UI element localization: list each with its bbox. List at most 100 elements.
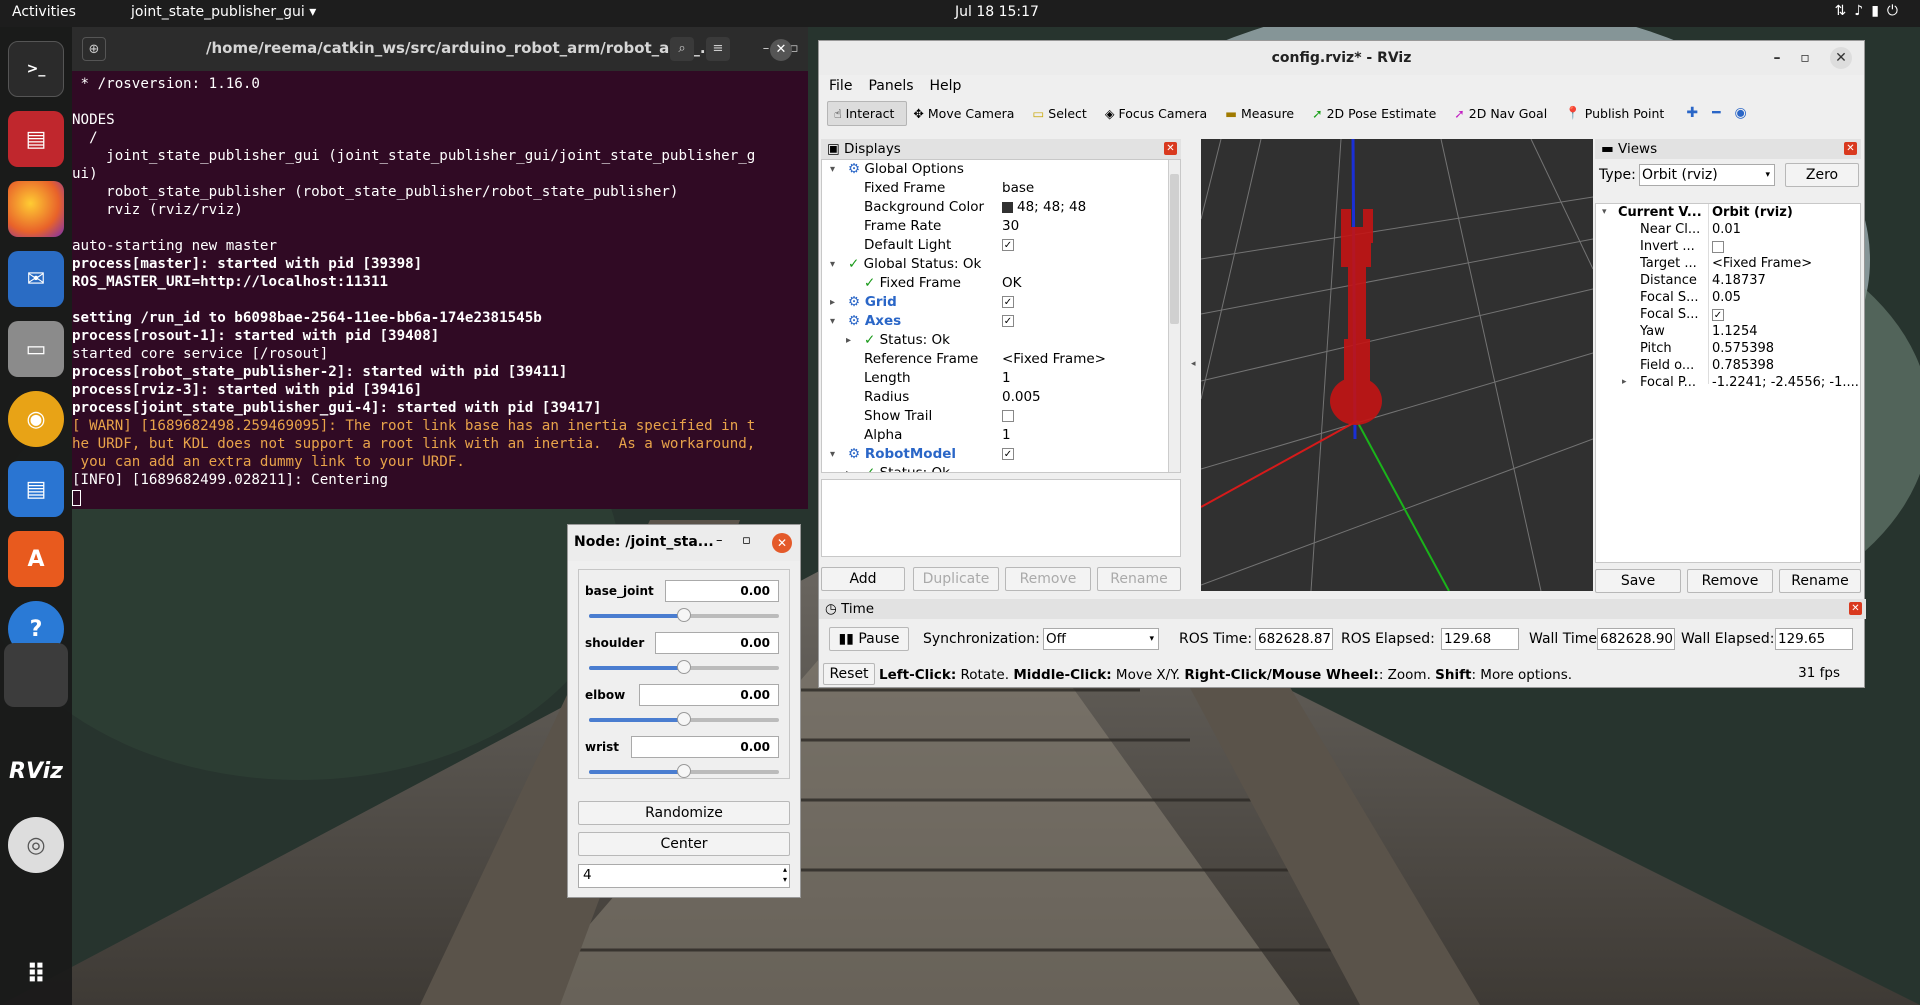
pause-button[interactable]: ▮▮ Pause xyxy=(829,627,909,651)
plus-icon[interactable]: ✚ xyxy=(1686,105,1698,121)
checkbox[interactable] xyxy=(1712,240,1724,253)
joint-slider[interactable] xyxy=(589,764,779,778)
joint-value-field[interactable]: 0.00 xyxy=(639,684,779,706)
minimize-icon[interactable]: – xyxy=(716,533,723,548)
remove-view-button[interactable]: Remove xyxy=(1687,569,1773,593)
collapse-left-icon[interactable]: ◂ xyxy=(1191,359,1196,369)
presentation-app-icon[interactable]: ▤ xyxy=(8,111,64,167)
display-row[interactable]: Alpha 1 xyxy=(822,426,1180,445)
menu-icon[interactable]: ≡ xyxy=(706,37,730,61)
view-property-row[interactable]: ▾ Current V... Orbit (rviz) xyxy=(1596,204,1860,221)
scrollbar[interactable] xyxy=(1168,160,1180,472)
new-tab-icon[interactable]: ⊕ xyxy=(82,37,106,61)
minimize-icon[interactable]: – xyxy=(1766,47,1788,69)
view-property-row[interactable]: Distance 4.18737 xyxy=(1596,272,1860,289)
ros-time-field[interactable]: 682628.87 xyxy=(1255,628,1333,650)
sync-select[interactable]: Off ▾ xyxy=(1043,628,1159,650)
close-panel-icon[interactable]: ✕ xyxy=(1164,142,1177,155)
display-row[interactable]: Default Light ✓ xyxy=(822,236,1180,255)
3d-render-view[interactable] xyxy=(1201,139,1593,591)
expand-icon[interactable]: ▾ xyxy=(1602,204,1607,221)
slider-knob[interactable] xyxy=(677,660,691,674)
view-type-select[interactable]: Orbit (rviz) ▾ xyxy=(1639,164,1775,186)
display-row[interactable]: ▾ ⚙ Global Options xyxy=(822,160,1180,179)
slider-knob[interactable] xyxy=(677,608,691,622)
reset-button[interactable]: Reset xyxy=(823,663,875,685)
close-icon[interactable]: ✕ xyxy=(770,39,792,61)
color-swatch[interactable] xyxy=(1002,201,1013,213)
expand-icon[interactable]: ▸ xyxy=(830,293,835,312)
joint-slider[interactable] xyxy=(589,660,779,674)
tool-measure[interactable]: ▬ Measure xyxy=(1219,102,1306,125)
display-row[interactable]: ✓ Fixed Frame OK xyxy=(822,274,1180,293)
display-row[interactable]: Frame Rate 30 xyxy=(822,217,1180,236)
wall-time-field[interactable]: 682628.90 xyxy=(1597,628,1675,650)
remove-button[interactable]: Remove xyxy=(1005,567,1091,591)
view-property-row[interactable]: Target ... <Fixed Frame> xyxy=(1596,255,1860,272)
software-icon[interactable]: A xyxy=(8,531,64,587)
tool-move-camera[interactable]: ✥ Move Camera xyxy=(907,102,1026,125)
view-property-row[interactable]: Focal S... 0.05 xyxy=(1596,289,1860,306)
tool-publish-point[interactable]: 📍 Publish Point xyxy=(1559,101,1676,125)
menu-file[interactable]: File xyxy=(829,75,852,97)
zero-button[interactable]: Zero xyxy=(1785,163,1859,187)
joint-slider[interactable] xyxy=(589,712,779,726)
display-row[interactable]: Background Color 48; 48; 48 xyxy=(822,198,1180,217)
display-row[interactable]: ▸ ✓ Status: Ok xyxy=(822,464,1180,472)
joint-state-publisher-window[interactable]: Node: /joint_sta... – ▫ ✕ base_joint 0.00… xyxy=(567,524,801,898)
clock[interactable]: Jul 18 15:17 xyxy=(955,4,1039,20)
checkbox[interactable] xyxy=(1002,410,1014,422)
add-button[interactable]: Add xyxy=(821,567,905,591)
display-row[interactable]: Reference Frame <Fixed Frame> xyxy=(822,350,1180,369)
slider-knob[interactable] xyxy=(677,712,691,726)
expand-icon[interactable]: ▾ xyxy=(830,160,835,179)
expand-icon[interactable]: ▸ xyxy=(846,464,851,472)
rhythmbox-icon[interactable]: ◉ xyxy=(8,391,64,447)
view-property-row[interactable]: Invert ... xyxy=(1596,238,1860,255)
active-app-icon[interactable] xyxy=(4,643,68,707)
joint-value-field[interactable]: 0.00 xyxy=(655,632,779,654)
duplicate-button[interactable]: Duplicate xyxy=(913,567,999,591)
tool-2d-pose-estimate[interactable]: ➚ 2D Pose Estimate xyxy=(1306,102,1448,125)
view-property-row[interactable]: Field o... 0.785398 xyxy=(1596,357,1860,374)
rename-button[interactable]: Rename xyxy=(1097,567,1181,591)
spinner-arrows-icon[interactable]: ▴ ▾ xyxy=(783,865,787,885)
display-row[interactable]: ▾ ✓ Global Status: Ok xyxy=(822,255,1180,274)
menu-panels[interactable]: Panels xyxy=(868,75,913,97)
close-panel-icon[interactable]: ✕ xyxy=(1849,602,1862,615)
ros-elapsed-field[interactable]: 129.68 xyxy=(1441,628,1519,650)
display-row[interactable]: Show Trail xyxy=(822,407,1180,426)
tool-interact[interactable]: ☝ Interact xyxy=(827,100,908,126)
scrollbar-thumb[interactable] xyxy=(1170,174,1179,324)
terminal-icon[interactable]: >_ xyxy=(8,41,64,97)
view-property-row[interactable]: Yaw 1.1254 xyxy=(1596,323,1860,340)
close-icon[interactable]: ✕ xyxy=(1830,47,1852,69)
checkbox[interactable]: ✓ xyxy=(1002,296,1014,308)
randomize-button[interactable]: Randomize xyxy=(578,801,790,825)
expand-icon[interactable]: ▾ xyxy=(830,255,835,274)
display-row[interactable]: Length 1 xyxy=(822,369,1180,388)
files-icon[interactable]: ▭ xyxy=(8,321,64,377)
expand-icon[interactable]: ▸ xyxy=(1622,374,1627,391)
display-row[interactable]: ▾ ⚙ RobotModel ✓ xyxy=(822,445,1180,464)
joint-value-field[interactable]: 0.00 xyxy=(631,736,779,758)
minus-icon[interactable]: ━ xyxy=(1712,105,1720,121)
rviz-icon[interactable]: RViz xyxy=(8,743,64,799)
wall-elapsed-field[interactable]: 129.65 xyxy=(1775,628,1853,650)
display-row[interactable]: ▾ ⚙ Axes ✓ xyxy=(822,312,1180,331)
close-icon[interactable]: ✕ xyxy=(772,533,792,553)
activities-button[interactable]: Activities xyxy=(12,4,76,20)
firefox-icon[interactable] xyxy=(8,181,64,237)
display-row[interactable]: ▸ ⚙ Grid ✓ xyxy=(822,293,1180,312)
view-property-row[interactable]: Focal S... ✓ xyxy=(1596,306,1860,323)
system-tray[interactable]: ⇅♪▮⏻ xyxy=(1835,3,1906,19)
displays-tree[interactable]: ▾ ⚙ Global Options Fixed Frame base Backgrou… xyxy=(821,159,1181,473)
writer-icon[interactable]: ▤ xyxy=(8,461,64,517)
tool-focus-camera[interactable]: ◈ Focus Camera xyxy=(1099,102,1219,125)
menu-help[interactable]: Help xyxy=(930,75,962,97)
tool-2d-nav-goal[interactable]: ➚ 2D Nav Goal xyxy=(1448,102,1559,125)
expand-icon[interactable]: ▾ xyxy=(830,312,835,331)
display-row[interactable]: ▸ ✓ Status: Ok xyxy=(822,331,1180,350)
eye-icon[interactable]: ◉ xyxy=(1735,105,1747,121)
rviz-window[interactable]: config.rviz* - RViz – ▫ ✕ File Panels He… xyxy=(818,40,1866,688)
